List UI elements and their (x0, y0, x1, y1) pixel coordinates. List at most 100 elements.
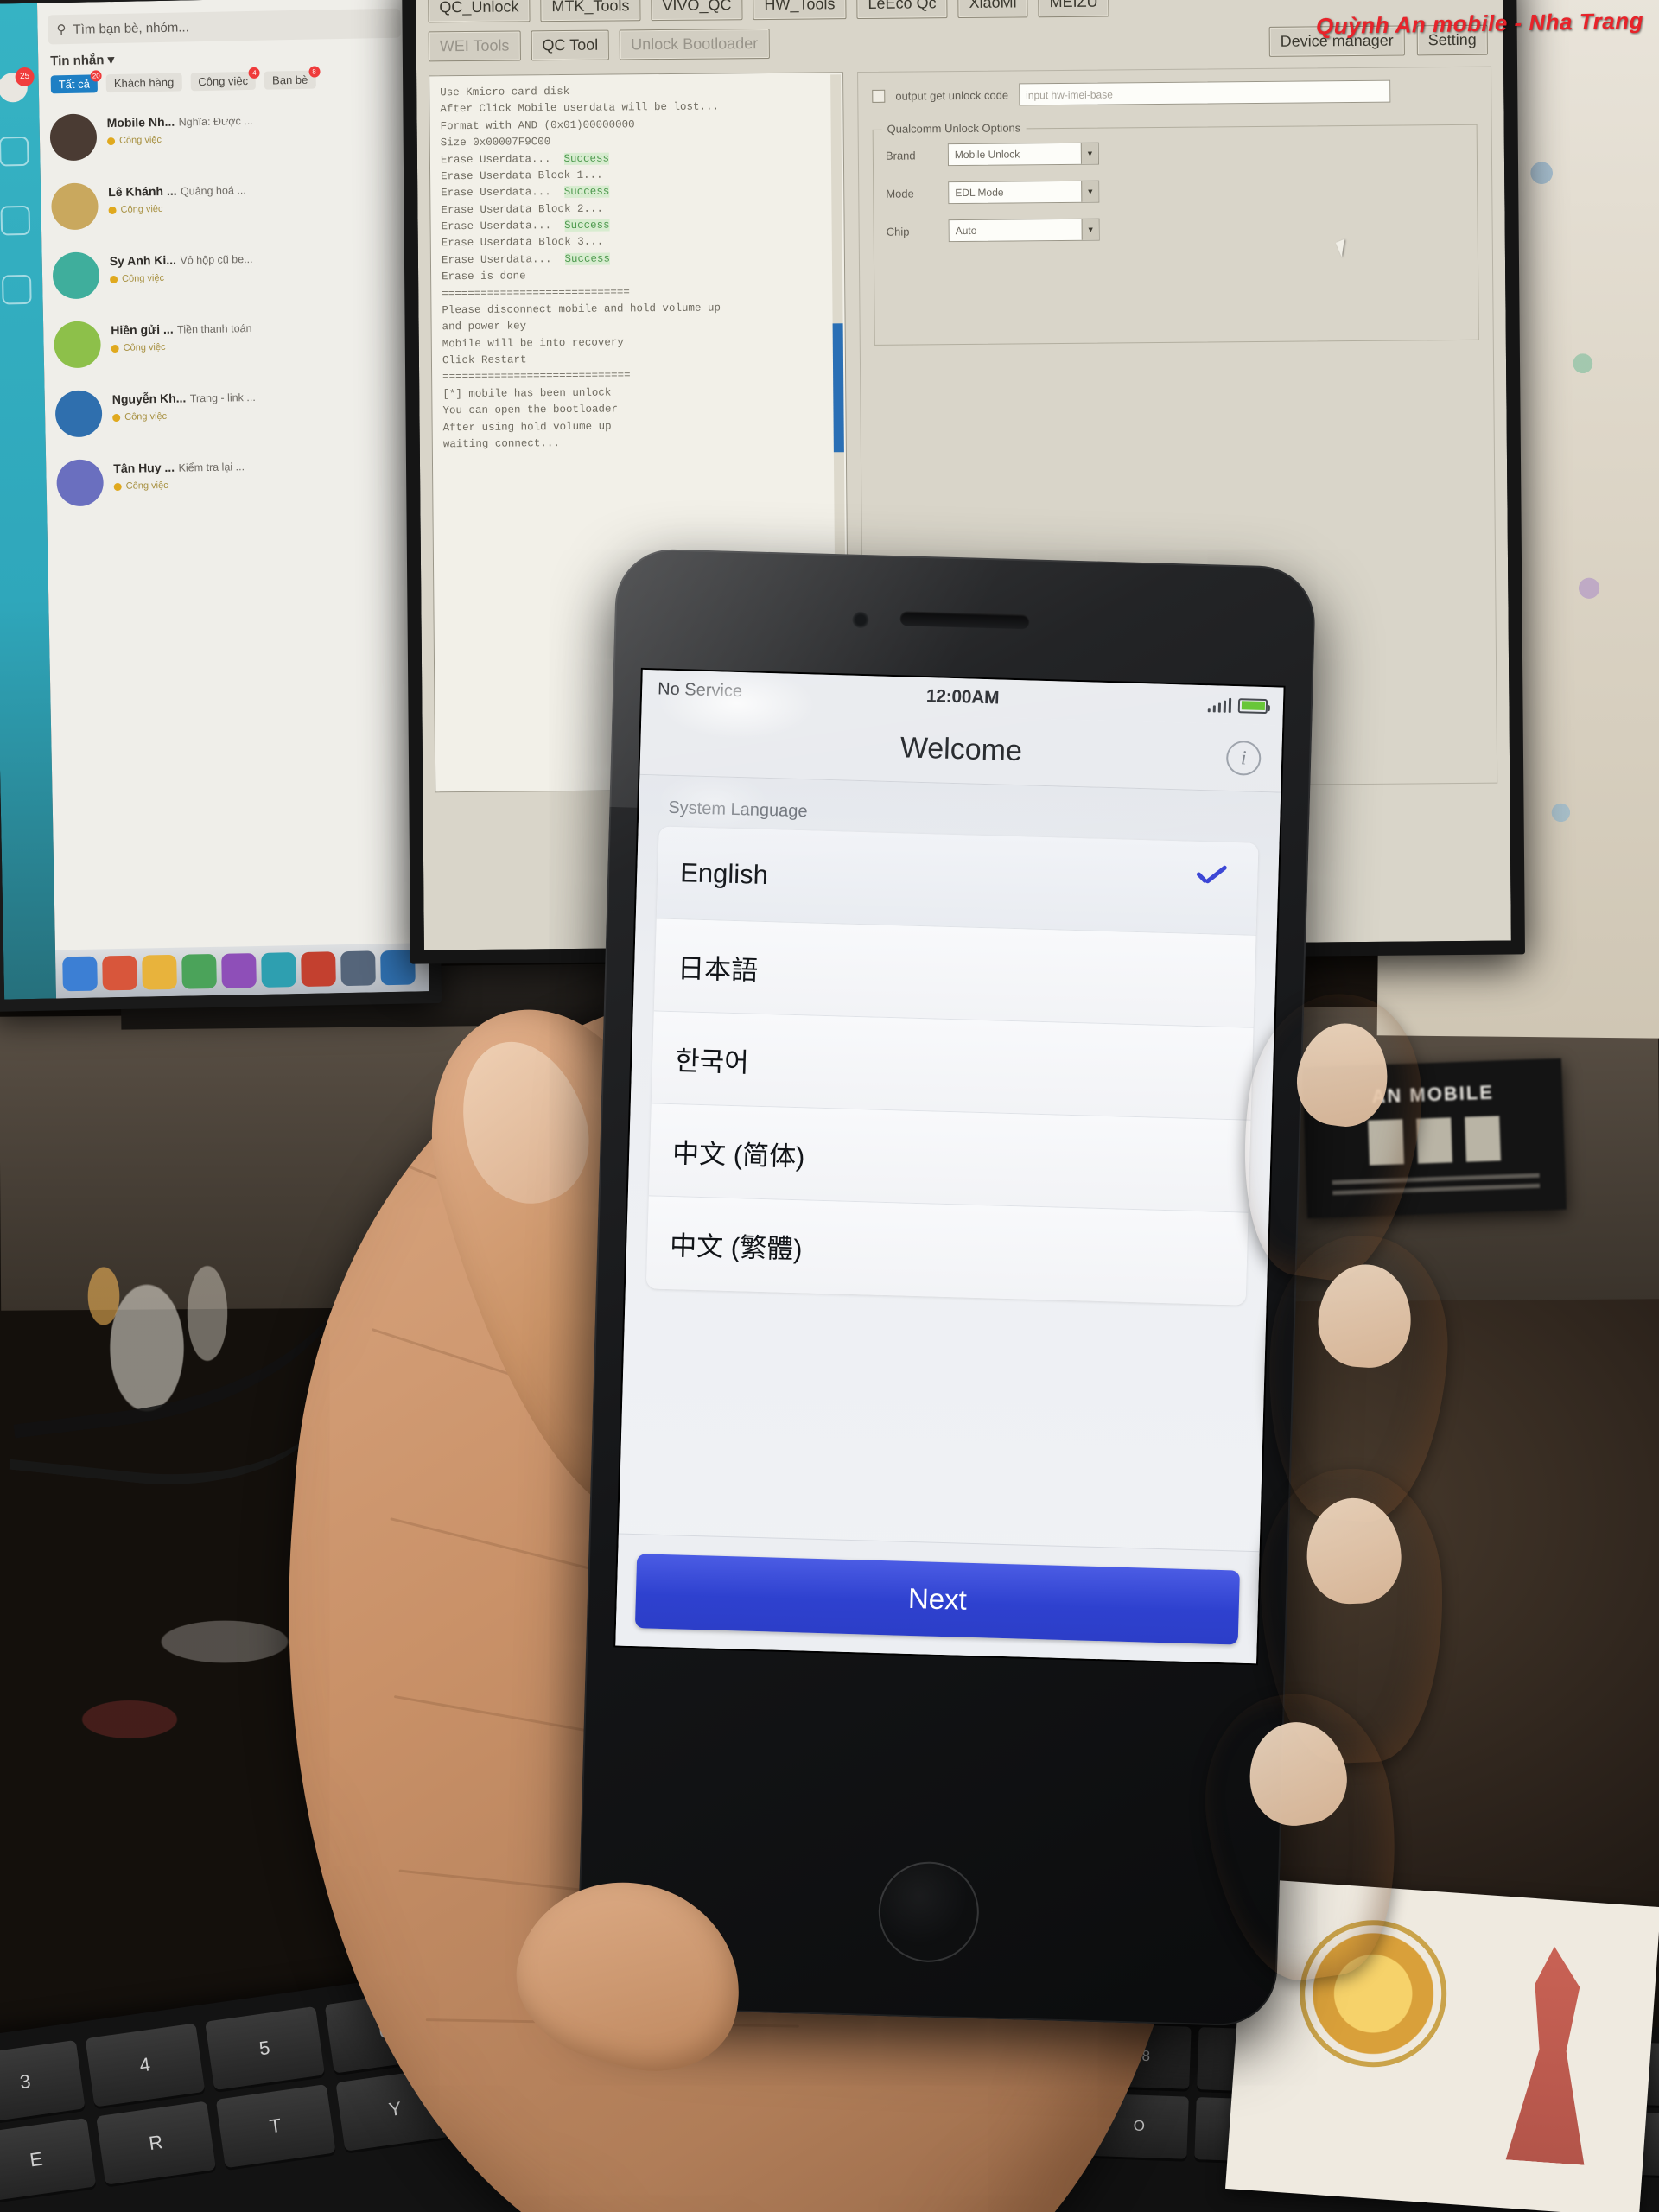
unlock-code-label: output get unlock code (895, 88, 1009, 103)
qualcomm-unlock-options-group: Qualcomm Unlock Options Brand Mobile Unl… (872, 121, 1479, 346)
checkbox-icon[interactable] (872, 89, 886, 103)
brand-label: Brand (885, 148, 916, 162)
dock-icon[interactable] (62, 956, 98, 992)
tab-qc-tool[interactable]: QC Tool (531, 29, 610, 61)
next-button[interactable]: Next (634, 1553, 1240, 1645)
scrollbar-thumb[interactable] (832, 323, 844, 453)
messages-icon[interactable] (0, 136, 29, 167)
dock-icon[interactable] (261, 952, 296, 988)
language-row-chinese-traditional[interactable]: 中文 (繁體) (645, 1196, 1249, 1306)
language-label: 中文 (简体) (671, 1137, 805, 1172)
dock-icon[interactable] (181, 953, 217, 989)
conversation-tag: Công việc (113, 476, 410, 493)
tab-meizu[interactable]: MEIZU (1038, 0, 1109, 18)
page-title: Welcome (899, 731, 1023, 768)
dock-icon[interactable] (142, 954, 177, 990)
contacts-icon[interactable] (0, 205, 31, 236)
conversation-preview: Kiểm tra lại ... (178, 461, 245, 474)
fingernail (1315, 1261, 1414, 1370)
avatar (49, 113, 98, 162)
tab-hw-tools[interactable]: HW_Tools (753, 0, 847, 21)
keyboard-key[interactable]: 3 (0, 2039, 86, 2125)
conversation-name: Mobile Nh... (106, 114, 175, 130)
avatar[interactable]: 25 (0, 67, 35, 103)
phone-screen: No Service 12:00AM Welcome i System Lang… (615, 669, 1284, 1664)
avatar (54, 390, 103, 438)
list-item[interactable]: Mobile Nh... Nghĩa: Được ... Công việc (39, 95, 413, 171)
avatar (54, 321, 102, 369)
tab-xiaomi[interactable]: XiaoMi (957, 0, 1028, 19)
chevron-down-icon[interactable]: ▼ (1080, 143, 1098, 164)
unread-badge: 25 (15, 67, 35, 87)
log-line: waiting connect... (442, 436, 560, 451)
brand-select[interactable]: Mobile Unlock ▼ (947, 142, 1100, 167)
shop-watermark: Quỳnh An mobile - Nha Trang (1315, 7, 1644, 40)
keyboard-key[interactable]: T (215, 2084, 336, 2169)
tab-leeco-qc[interactable]: LeEco Qc (856, 0, 948, 20)
tab-qc-unlock[interactable]: QC_Unlock (428, 0, 531, 23)
chevron-down-icon[interactable]: ▼ (1081, 181, 1099, 202)
chevron-down-icon[interactable]: ▾ (108, 53, 115, 67)
filter-tab-friends[interactable]: Bạn bè 8 (264, 66, 321, 90)
chevron-down-icon[interactable]: ▼ (1081, 219, 1099, 240)
home-button[interactable] (877, 1860, 981, 1964)
list-item[interactable]: Hiền gửi ... Tiền thanh toán Công việc (43, 302, 417, 378)
zalo-main-panel: ⚲ Tìm bạn bè, nhóm... Tin nhắn ▾ Tất cả … (36, 0, 430, 999)
keyboard-key[interactable]: R (95, 2101, 216, 2185)
keyboard-key[interactable]: E (0, 2118, 97, 2202)
mode-select[interactable]: EDL Mode ▼ (948, 180, 1100, 205)
brand-field: Brand Mobile Unlock ▼ (886, 139, 1465, 167)
tab-unlock-bootloader[interactable]: Unlock Bootloader (620, 28, 770, 60)
footer-bar: Next (615, 1533, 1260, 1664)
left-monitor: 25 ⚲ Tìm bạn bè, nhóm... Tin nhắn ▾ Tất … (0, 0, 442, 1012)
dock-icon[interactable] (102, 955, 137, 991)
conversation-name: Tân Huy ... (113, 460, 175, 476)
avatar (50, 182, 99, 231)
list-item[interactable]: Tân Huy ... Kiểm tra lại ... Công việc (46, 441, 420, 517)
status-icons (1207, 697, 1268, 714)
filter-tab-work[interactable]: Công việc 4 (190, 67, 261, 92)
search-input[interactable]: ⚲ Tìm bạn bè, nhóm... (48, 8, 401, 45)
fingernail (1304, 1497, 1403, 1606)
dock-icon[interactable] (340, 950, 376, 987)
language-label: English (679, 857, 769, 891)
mode-value: EDL Mode (955, 186, 1004, 200)
conversation-tag: Công việc (108, 200, 404, 216)
filter-tab-customers[interactable]: Khách hàng (105, 73, 182, 93)
conversation-preview: Tiền thanh toán (176, 321, 252, 336)
carrier-label: No Service (657, 678, 743, 701)
conversation-name: Nguyễn Kh... (111, 391, 187, 407)
battery-icon (1237, 697, 1268, 714)
tab-wei-tools[interactable]: WEI Tools (428, 30, 521, 62)
language-label: 日本語 (677, 952, 759, 986)
language-label: 中文 (繁體) (669, 1230, 803, 1265)
unlock-code-input[interactable]: input hw-imei-base (1019, 79, 1391, 106)
tab-vivo-qc[interactable]: VIVO_QC (651, 0, 743, 22)
earpiece-speaker (899, 611, 1030, 630)
keyboard-key[interactable]: 4 (85, 2023, 206, 2107)
list-item[interactable]: Lê Khánh ... Quảng hoá ... Công việc (41, 164, 415, 240)
language-row-korean[interactable]: 한국어 (651, 1011, 1254, 1121)
filter-tab-all[interactable]: Tất cả 20 (50, 70, 102, 94)
taskbar-dock[interactable] (55, 943, 430, 999)
info-icon[interactable]: i (1225, 740, 1262, 776)
unlock-code-row: output get unlock code input hw-imei-bas… (872, 79, 1477, 107)
conversation-preview: Trang - link ... (189, 391, 256, 405)
list-item[interactable]: Sy Anh Ki... Vỏ hộp cũ be... Công việc (41, 233, 416, 309)
dock-icon[interactable] (221, 953, 257, 988)
tab-mtk-tools[interactable]: MTK_Tools (540, 0, 641, 22)
avatar (56, 459, 105, 507)
language-row-japanese[interactable]: 日本語 (653, 918, 1256, 1028)
conversation-tag: Công việc (112, 407, 408, 423)
conversation-tag: Công việc (110, 269, 405, 285)
dock-icon[interactable] (301, 951, 336, 988)
front-camera-icon (852, 611, 869, 629)
chip-select[interactable]: Auto ▼ (948, 218, 1100, 243)
language-row-chinese-simplified[interactable]: 中文 (简体) (648, 1103, 1251, 1213)
keyboard-key[interactable]: 5 (204, 2005, 325, 2091)
setup-content: System Language English 日本語 한국어 中文 (简体) (615, 774, 1281, 1664)
list-item[interactable]: Nguyễn Kh... Trang - link ... Công việc (44, 372, 418, 448)
language-row-english[interactable]: English (656, 826, 1259, 936)
cloud-icon[interactable] (2, 274, 32, 305)
thumbnail (442, 1026, 606, 1218)
